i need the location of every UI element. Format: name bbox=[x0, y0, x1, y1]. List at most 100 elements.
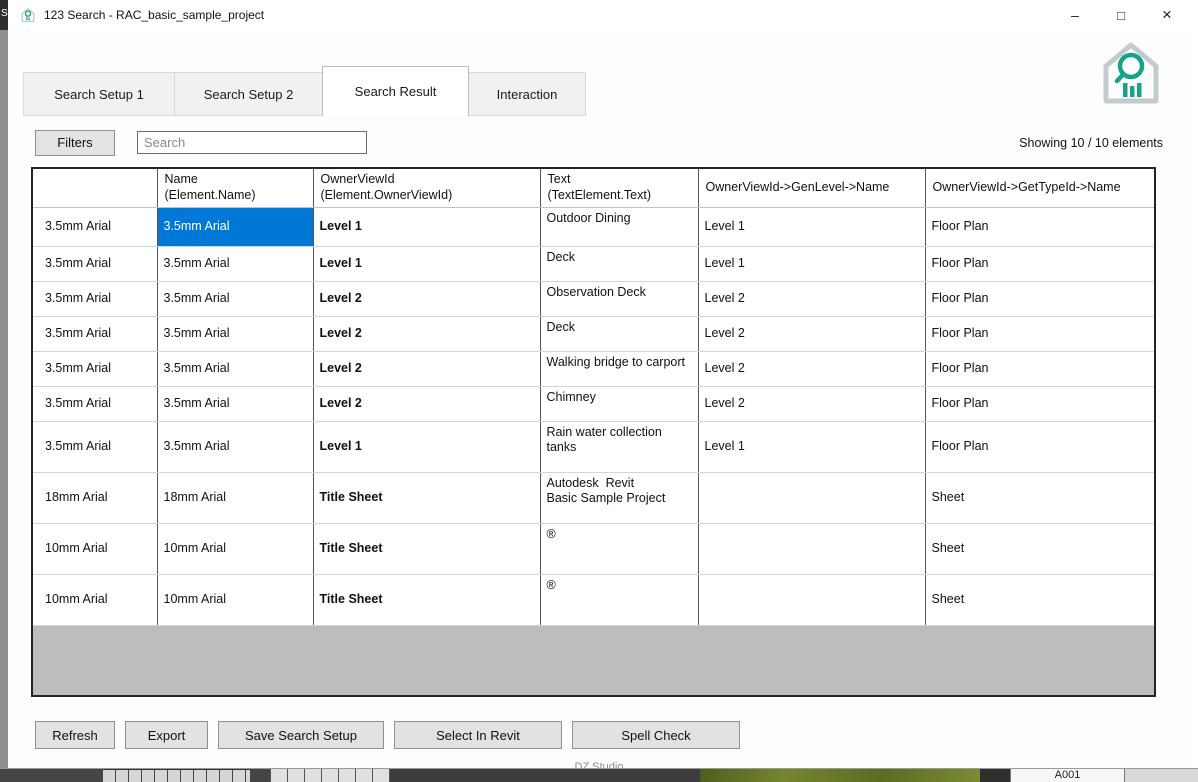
background-schedule-table bbox=[102, 769, 250, 782]
row-label-cell[interactable]: 10mm Arial bbox=[33, 574, 158, 626]
footer-buttons: Refresh Export Save Search Setup Select … bbox=[35, 721, 1190, 749]
type-name-cell[interactable]: Floor Plan bbox=[925, 316, 1154, 352]
tab-search-setup-1[interactable]: Search Setup 1 bbox=[23, 72, 175, 116]
row-label-cell[interactable]: 10mm Arial bbox=[33, 523, 158, 575]
spell-check-button[interactable]: Spell Check bbox=[572, 721, 740, 749]
name-cell[interactable]: 3.5mm Arial bbox=[157, 246, 314, 282]
text-cell[interactable]: ® bbox=[540, 523, 699, 575]
tab-search-setup-2[interactable]: Search Setup 2 bbox=[174, 72, 323, 116]
table-row[interactable]: 10mm Arial 10mm Arial Title Sheet ® Shee… bbox=[33, 523, 1154, 575]
name-cell[interactable]: 3.5mm Arial bbox=[157, 351, 314, 387]
export-button[interactable]: Export bbox=[125, 721, 208, 749]
type-name-cell[interactable]: Sheet bbox=[925, 472, 1154, 524]
text-cell[interactable]: Deck bbox=[540, 246, 699, 282]
type-name-cell[interactable]: Floor Plan bbox=[925, 246, 1154, 282]
row-label-cell[interactable]: 3.5mm Arial bbox=[33, 207, 158, 247]
text-cell[interactable]: ® bbox=[540, 574, 699, 626]
background-left-label: S bbox=[0, 0, 8, 30]
window-title: 123 Search - RAC_basic_sample_project bbox=[44, 8, 265, 22]
name-cell[interactable]: 10mm Arial bbox=[157, 574, 314, 626]
tab-bar: Search Setup 1 Search Setup 2 Search Res… bbox=[23, 66, 1190, 116]
table-row[interactable]: 3.5mm Arial 3.5mm Arial Level 2 Observat… bbox=[33, 281, 1154, 317]
owner-view-cell[interactable]: Title Sheet bbox=[313, 574, 541, 626]
gen-level-name-cell[interactable] bbox=[698, 523, 926, 575]
row-label-cell[interactable]: 3.5mm Arial bbox=[33, 421, 158, 473]
column-header-text[interactable]: Text (TextElement.Text) bbox=[540, 169, 699, 208]
owner-view-cell[interactable]: Title Sheet bbox=[313, 523, 541, 575]
table-body: 3.5mm Arial 3.5mm Arial Level 1 Outdoor … bbox=[33, 207, 1154, 626]
gen-level-name-cell[interactable]: Level 1 bbox=[698, 421, 926, 473]
gen-level-name-cell[interactable]: Level 2 bbox=[698, 351, 926, 387]
save-search-setup-button[interactable]: Save Search Setup bbox=[218, 721, 384, 749]
table-row[interactable]: 3.5mm Arial 3.5mm Arial Level 1 Outdoor … bbox=[33, 207, 1154, 247]
text-cell[interactable]: Walking bridge to carport bbox=[540, 351, 699, 387]
owner-view-cell[interactable]: Level 1 bbox=[313, 421, 541, 473]
search-dialog: 123 Search - RAC_basic_sample_project – … bbox=[8, 0, 1190, 773]
row-label-cell[interactable]: 3.5mm Arial bbox=[33, 316, 158, 352]
table-row[interactable]: 3.5mm Arial 3.5mm Arial Level 1 Deck Lev… bbox=[33, 246, 1154, 282]
text-cell[interactable]: Observation Deck bbox=[540, 281, 699, 317]
owner-view-cell[interactable]: Level 1 bbox=[313, 246, 541, 282]
row-label-cell[interactable]: 3.5mm Arial bbox=[33, 281, 158, 317]
type-name-cell[interactable]: Floor Plan bbox=[925, 386, 1154, 422]
gen-level-name-cell[interactable]: Level 2 bbox=[698, 316, 926, 352]
select-in-revit-button[interactable]: Select In Revit bbox=[394, 721, 562, 749]
search-input[interactable] bbox=[137, 131, 367, 154]
type-name-cell[interactable]: Sheet bbox=[925, 523, 1154, 575]
column-header-genlevel-name[interactable]: OwnerViewId->GenLevel->Name bbox=[698, 169, 926, 208]
table-row[interactable]: 3.5mm Arial 3.5mm Arial Level 2 Chimney … bbox=[33, 386, 1154, 422]
text-cell[interactable]: Outdoor Dining bbox=[540, 207, 699, 247]
type-name-cell[interactable]: Floor Plan bbox=[925, 207, 1154, 247]
background-gray-area bbox=[1125, 769, 1198, 782]
owner-view-cell[interactable]: Level 2 bbox=[313, 316, 541, 352]
text-cell[interactable]: Autodesk Revit Basic Sample Project bbox=[540, 472, 699, 524]
row-label-cell[interactable]: 3.5mm Arial bbox=[33, 246, 158, 282]
type-name-cell[interactable]: Floor Plan bbox=[925, 421, 1154, 473]
column-header-ownerviewid[interactable]: OwnerViewId (Element.OwnerViewId) bbox=[313, 169, 541, 208]
table-row[interactable]: 18mm Arial 18mm Arial Title Sheet Autode… bbox=[33, 472, 1154, 524]
type-name-cell[interactable]: Sheet bbox=[925, 574, 1154, 626]
owner-view-cell[interactable]: Level 2 bbox=[313, 281, 541, 317]
close-button[interactable]: × bbox=[1144, 0, 1190, 30]
column-header-gettypeid-name[interactable]: OwnerViewId->GetTypeId->Name bbox=[925, 169, 1154, 208]
owner-view-cell[interactable]: Level 2 bbox=[313, 351, 541, 387]
minimize-button[interactable]: – bbox=[1052, 0, 1098, 30]
type-name-cell[interactable]: Floor Plan bbox=[925, 281, 1154, 317]
gen-level-name-cell[interactable] bbox=[698, 472, 926, 524]
name-cell[interactable]: 3.5mm Arial bbox=[157, 386, 314, 422]
type-name-cell[interactable]: Floor Plan bbox=[925, 351, 1154, 387]
name-cell[interactable]: 3.5mm Arial bbox=[157, 316, 314, 352]
name-cell[interactable]: 3.5mm Arial bbox=[157, 421, 314, 473]
tab-search-result[interactable]: Search Result bbox=[322, 66, 469, 116]
gen-level-name-cell[interactable] bbox=[698, 574, 926, 626]
column-header-name[interactable]: Name (Element.Name) bbox=[157, 169, 314, 208]
table-row[interactable]: 3.5mm Arial 3.5mm Arial Level 2 Deck Lev… bbox=[33, 316, 1154, 352]
maximize-button[interactable]: □ bbox=[1098, 0, 1144, 30]
row-label-cell[interactable]: 18mm Arial bbox=[33, 472, 158, 524]
tab-interaction[interactable]: Interaction bbox=[468, 72, 586, 116]
text-cell[interactable]: Deck bbox=[540, 316, 699, 352]
table-row[interactable]: 10mm Arial 10mm Arial Title Sheet ® Shee… bbox=[33, 574, 1154, 626]
text-cell[interactable]: Chimney bbox=[540, 386, 699, 422]
owner-view-cell[interactable]: Level 1 bbox=[313, 207, 541, 247]
refresh-button[interactable]: Refresh bbox=[35, 721, 115, 749]
owner-view-cell[interactable]: Title Sheet bbox=[313, 472, 541, 524]
gen-level-name-cell[interactable]: Level 1 bbox=[698, 246, 926, 282]
name-cell[interactable]: 3.5mm Arial bbox=[157, 281, 314, 317]
table-row[interactable]: 3.5mm Arial 3.5mm Arial Level 1 Rain wat… bbox=[33, 421, 1154, 473]
gen-level-name-cell[interactable]: Level 2 bbox=[698, 386, 926, 422]
name-cell[interactable]: 18mm Arial bbox=[157, 472, 314, 524]
column-header-rowlabel[interactable] bbox=[33, 169, 158, 208]
showing-count: Showing 10 / 10 elements bbox=[1019, 135, 1163, 150]
row-label-cell[interactable]: 3.5mm Arial bbox=[33, 386, 158, 422]
filters-button[interactable]: Filters bbox=[35, 129, 115, 156]
gen-level-name-cell[interactable]: Level 2 bbox=[698, 281, 926, 317]
sheet-number-text: A001 bbox=[1054, 769, 1081, 781]
table-row[interactable]: 3.5mm Arial 3.5mm Arial Level 2 Walking … bbox=[33, 351, 1154, 387]
owner-view-cell[interactable]: Level 2 bbox=[313, 386, 541, 422]
name-cell[interactable]: 3.5mm Arial bbox=[157, 207, 314, 247]
gen-level-name-cell[interactable]: Level 1 bbox=[698, 207, 926, 247]
text-cell[interactable]: Rain water collection tanks bbox=[540, 421, 699, 473]
name-cell[interactable]: 10mm Arial bbox=[157, 523, 314, 575]
row-label-cell[interactable]: 3.5mm Arial bbox=[33, 351, 158, 387]
